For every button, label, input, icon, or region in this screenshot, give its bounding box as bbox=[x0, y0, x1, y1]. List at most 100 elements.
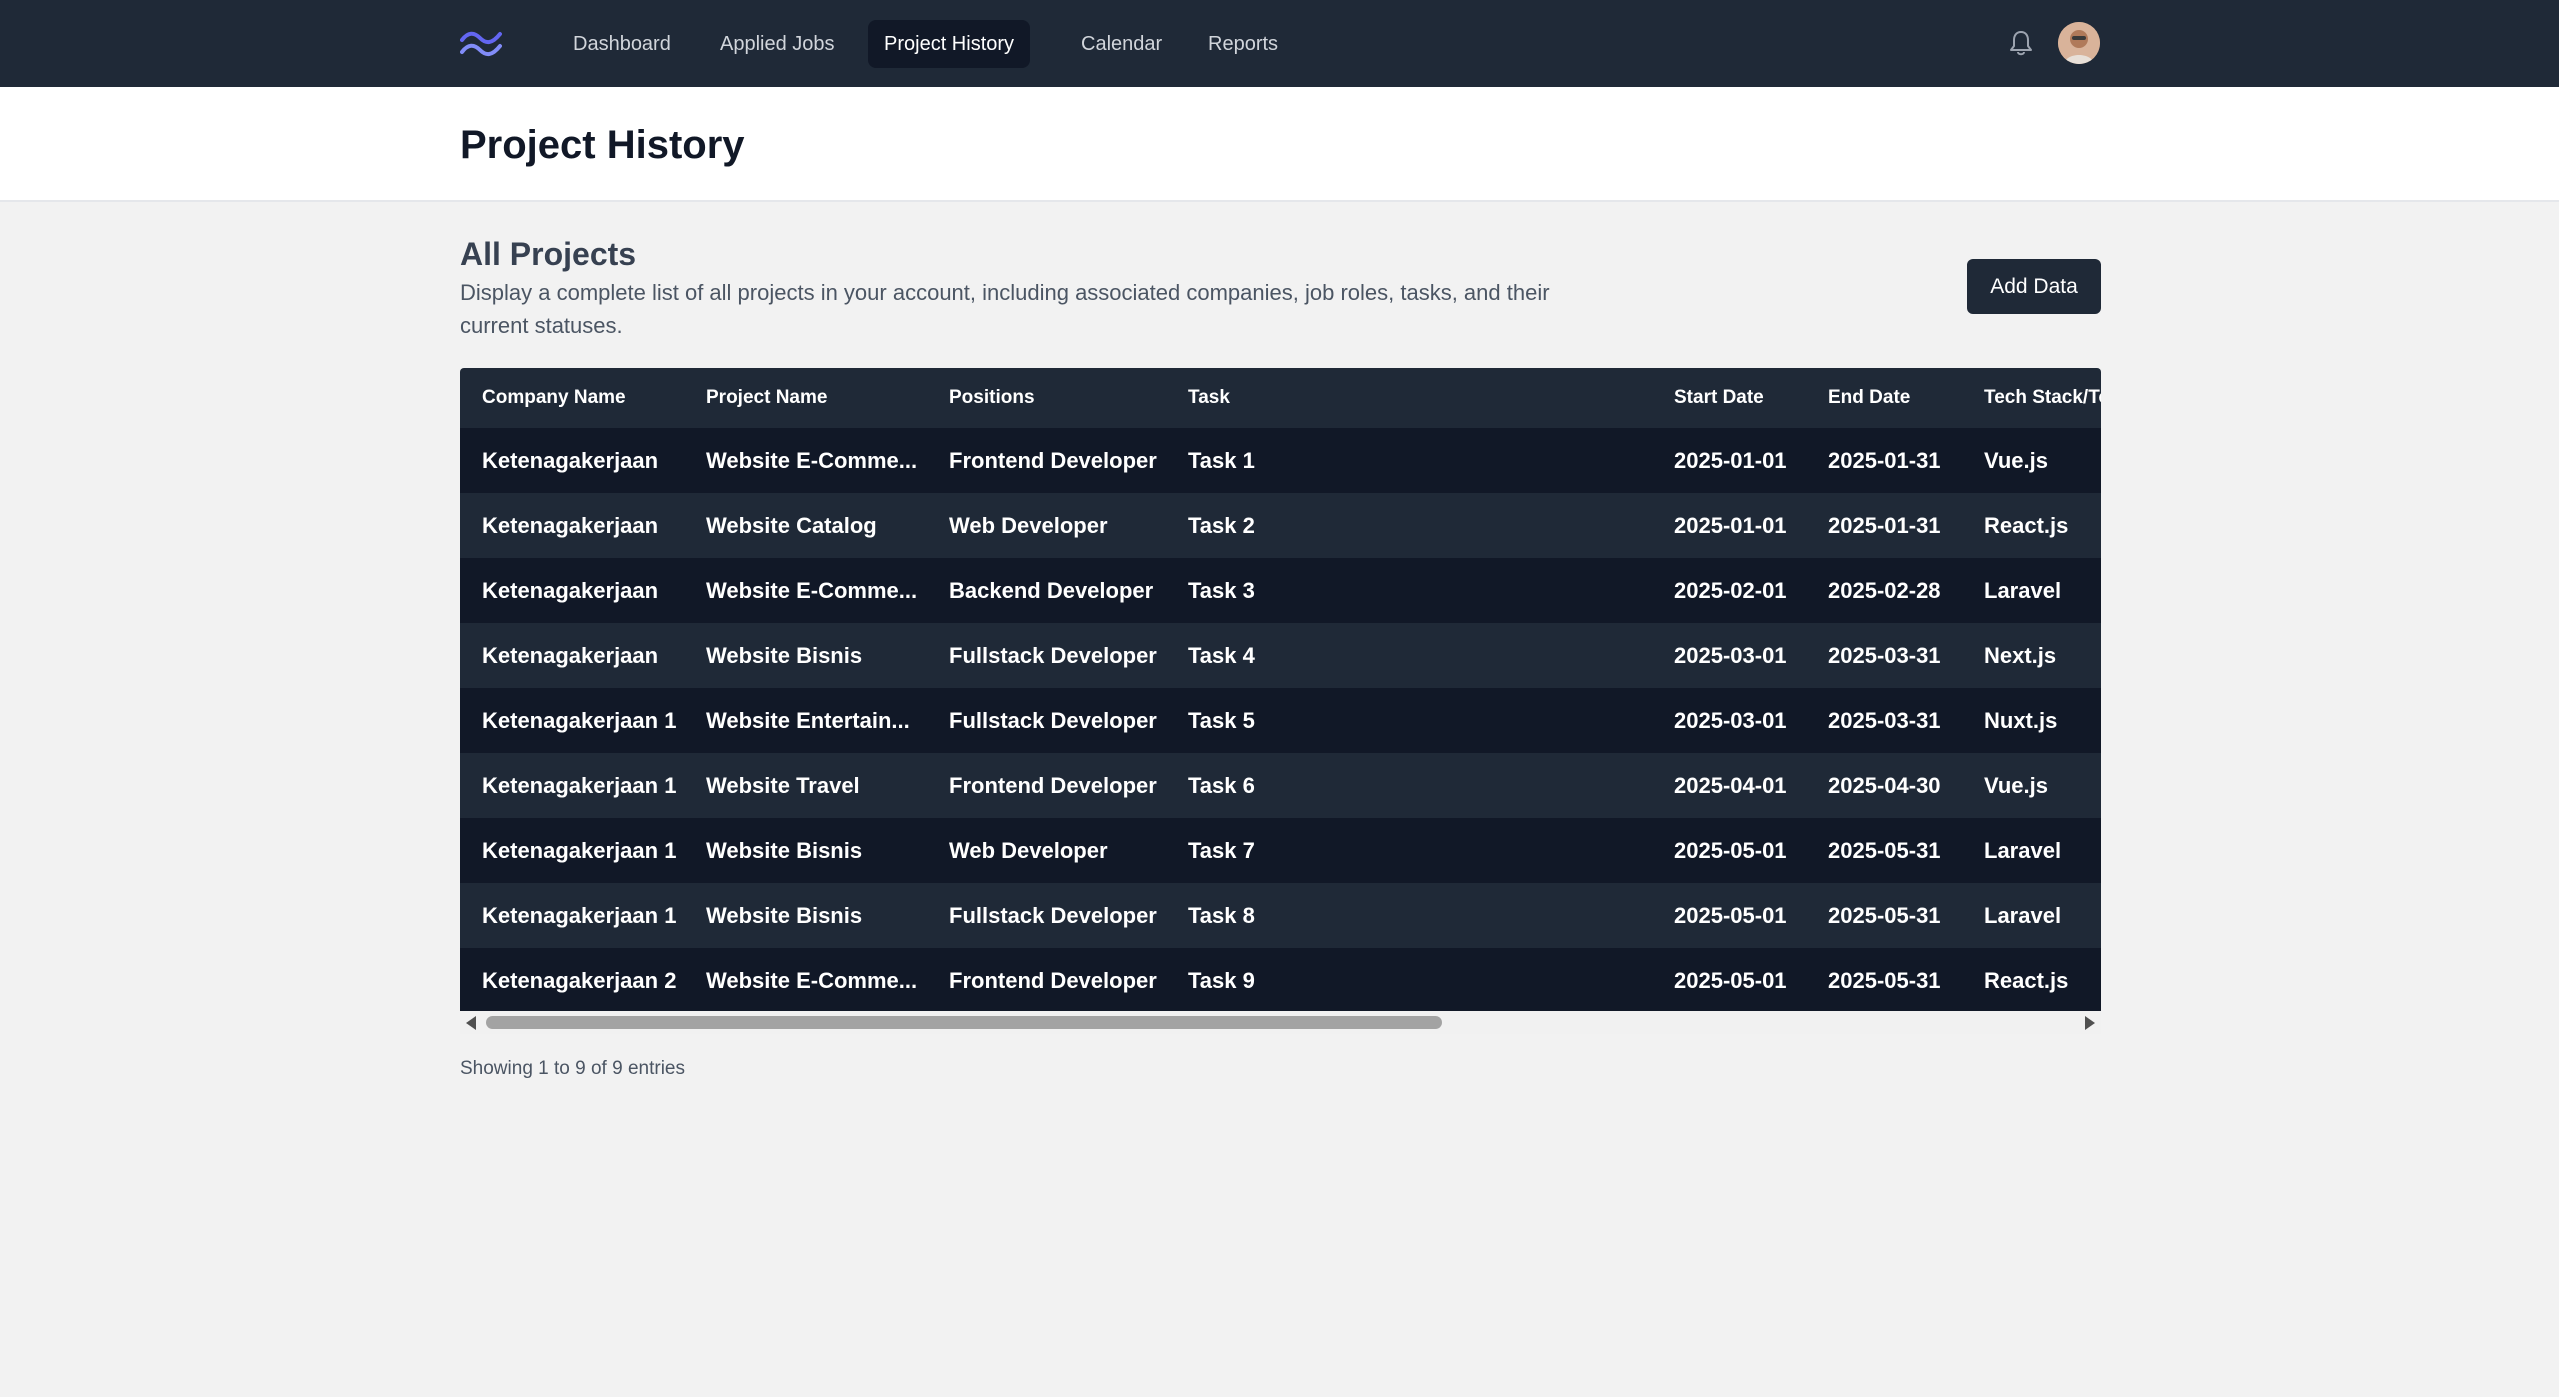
cell-task: Task 1 bbox=[1188, 447, 1255, 473]
page-header: Project History bbox=[0, 87, 2559, 202]
column-header-company-name[interactable]: Company Name bbox=[460, 368, 684, 428]
table-row[interactable]: Ketenagakerjaan Website E-Comme... Backend… bbox=[460, 558, 2101, 623]
table-row[interactable]: Ketenagakerjaan 2 Website E-Comme... Front… bbox=[460, 948, 2101, 1011]
cell-company-name: Ketenagakerjaan 1 bbox=[482, 902, 677, 928]
cell-company-name: Ketenagakerjaan bbox=[482, 447, 659, 473]
table-row[interactable]: Ketenagakerjaan 1 Website Travel Frontend … bbox=[460, 753, 2101, 818]
cell-tech-stack: Vue.js bbox=[1984, 772, 2048, 798]
cell-positions: Fullstack Developer bbox=[949, 642, 1157, 668]
navbar-inner: Dashboard Applied Jobs Project History C… bbox=[460, 0, 2101, 87]
cell-positions: Fullstack Developer bbox=[949, 707, 1157, 733]
projects-table: Company Name Project Name Positions Task Sta… bbox=[460, 368, 2101, 1011]
cell-task: Task 6 bbox=[1188, 772, 1255, 798]
cell-positions: Frontend Developer bbox=[949, 447, 1157, 473]
cell-task: Task 2 bbox=[1188, 512, 1255, 538]
cell-task: Task 8 bbox=[1188, 902, 1255, 928]
cell-positions: Web Developer bbox=[949, 512, 1108, 538]
top-navbar: Dashboard Applied Jobs Project History C… bbox=[0, 0, 2559, 87]
cell-project-name: Website Bisnis bbox=[706, 902, 863, 928]
arrow-right-icon[interactable] bbox=[2085, 1016, 2095, 1030]
user-avatar[interactable] bbox=[2058, 22, 2100, 64]
cell-tech-stack: Nuxt.js bbox=[1984, 707, 2058, 733]
cell-positions: Web Developer bbox=[949, 837, 1108, 863]
cell-project-name: Website Catalog bbox=[706, 512, 877, 538]
column-header-start-date[interactable]: Start Date bbox=[1652, 368, 1806, 428]
cell-tech-stack: Vue.js bbox=[1984, 447, 2048, 473]
nav-item-project-history[interactable]: Project History bbox=[868, 20, 1031, 68]
cell-start-date: 2025-01-01 bbox=[1674, 512, 1787, 538]
cell-task: Task 4 bbox=[1188, 642, 1255, 668]
table-row[interactable]: Ketenagakerjaan 1 Website Bisnis Fullstack… bbox=[460, 883, 2101, 948]
column-header-positions[interactable]: Positions bbox=[927, 368, 1166, 428]
cell-start-date: 2025-05-01 bbox=[1674, 967, 1787, 993]
column-header-task[interactable]: Task bbox=[1166, 368, 1652, 428]
section-description: Display a complete list of all projects … bbox=[460, 280, 1550, 338]
cell-project-name: Website Entertain... bbox=[706, 707, 910, 733]
cell-end-date: 2025-03-31 bbox=[1828, 707, 1941, 733]
table-header-row: Company Name Project Name Positions Task Sta… bbox=[460, 368, 2101, 428]
cell-end-date: 2025-03-31 bbox=[1828, 642, 1941, 668]
table-row[interactable]: Ketenagakerjaan Website Bisnis Fullstack D… bbox=[460, 623, 2101, 688]
cell-project-name: Website E-Comme... bbox=[706, 577, 918, 603]
cell-project-name: Website Travel bbox=[706, 772, 860, 798]
cell-project-name: Website E-Comme... bbox=[706, 967, 918, 993]
cell-end-date: 2025-01-31 bbox=[1828, 447, 1941, 473]
cell-company-name: Ketenagakerjaan 1 bbox=[482, 837, 677, 863]
cell-task: Task 3 bbox=[1188, 577, 1255, 603]
cell-tech-stack: Laravel bbox=[1984, 577, 2062, 603]
add-data-button[interactable]: Add Data bbox=[1967, 259, 2101, 314]
projects-table-container[interactable]: Company Name Project Name Positions Task Sta… bbox=[460, 368, 2101, 1011]
cell-tech-stack: React.js bbox=[1984, 512, 2069, 538]
cell-start-date: 2025-05-01 bbox=[1674, 902, 1787, 928]
cell-start-date: 2025-01-01 bbox=[1674, 447, 1787, 473]
cell-project-name: Website E-Comme... bbox=[706, 447, 918, 473]
cell-project-name: Website Bisnis bbox=[706, 642, 863, 668]
cell-start-date: 2025-03-01 bbox=[1674, 642, 1787, 668]
cell-positions: Frontend Developer bbox=[949, 772, 1157, 798]
cell-end-date: 2025-04-30 bbox=[1828, 772, 1941, 798]
column-header-end-date[interactable]: End Date bbox=[1806, 368, 1962, 428]
table-row[interactable]: Ketenagakerjaan 1 Website Entertain... Ful… bbox=[460, 688, 2101, 753]
entries-info: Showing 1 to 9 of 9 entries bbox=[460, 1058, 685, 1079]
cell-company-name: Ketenagakerjaan 1 bbox=[482, 772, 677, 798]
cell-company-name: Ketenagakerjaan bbox=[482, 512, 659, 538]
logo-icon[interactable] bbox=[460, 28, 502, 58]
avatar-icon bbox=[2058, 22, 2100, 64]
arrow-left-icon[interactable] bbox=[466, 1016, 476, 1030]
table-row[interactable]: Ketenagakerjaan 1 Website Bisnis Web Devel… bbox=[460, 818, 2101, 883]
nav-item-reports[interactable]: Reports bbox=[1192, 20, 1294, 68]
page-title: Project History bbox=[460, 123, 745, 167]
cell-task: Task 5 bbox=[1188, 707, 1255, 733]
cell-start-date: 2025-02-01 bbox=[1674, 577, 1787, 603]
cell-end-date: 2025-05-31 bbox=[1828, 837, 1941, 863]
nav-item-calendar[interactable]: Calendar bbox=[1065, 20, 1178, 68]
cell-company-name: Ketenagakerjaan bbox=[482, 577, 659, 603]
cell-project-name: Website Bisnis bbox=[706, 837, 863, 863]
cell-company-name: Ketenagakerjaan 1 bbox=[482, 707, 677, 733]
column-header-tech-stack[interactable]: Tech Stack/To bbox=[1962, 368, 2101, 428]
cell-start-date: 2025-03-01 bbox=[1674, 707, 1787, 733]
cell-start-date: 2025-04-01 bbox=[1674, 772, 1787, 798]
horizontal-scrollbar[interactable] bbox=[460, 1011, 2101, 1034]
cell-task: Task 7 bbox=[1188, 837, 1255, 863]
cell-tech-stack: Next.js bbox=[1984, 642, 2057, 668]
cell-end-date: 2025-05-31 bbox=[1828, 902, 1941, 928]
cell-positions: Fullstack Developer bbox=[949, 902, 1157, 928]
scrollbar-thumb[interactable] bbox=[486, 1016, 1442, 1029]
bell-icon[interactable] bbox=[2006, 28, 2036, 58]
cell-task: Task 9 bbox=[1188, 967, 1255, 993]
cell-end-date: 2025-01-31 bbox=[1828, 512, 1941, 538]
cell-tech-stack: Laravel bbox=[1984, 902, 2062, 928]
nav-item-dashboard[interactable]: Dashboard bbox=[557, 20, 687, 68]
nav-item-applied-jobs[interactable]: Applied Jobs bbox=[704, 20, 851, 68]
table-row[interactable]: Ketenagakerjaan Website Catalog Web Develo… bbox=[460, 493, 2101, 558]
table-row[interactable]: Ketenagakerjaan Website E-Comme... Fronten… bbox=[460, 428, 2101, 493]
cell-positions: Frontend Developer bbox=[949, 967, 1157, 993]
cell-positions: Backend Developer bbox=[949, 577, 1154, 603]
cell-company-name: Ketenagakerjaan bbox=[482, 642, 659, 668]
cell-start-date: 2025-05-01 bbox=[1674, 837, 1787, 863]
column-header-project-name[interactable]: Project Name bbox=[684, 368, 927, 428]
section-title: All Projects bbox=[460, 236, 637, 272]
cell-company-name: Ketenagakerjaan 2 bbox=[482, 967, 677, 993]
cell-end-date: 2025-05-31 bbox=[1828, 967, 1941, 993]
